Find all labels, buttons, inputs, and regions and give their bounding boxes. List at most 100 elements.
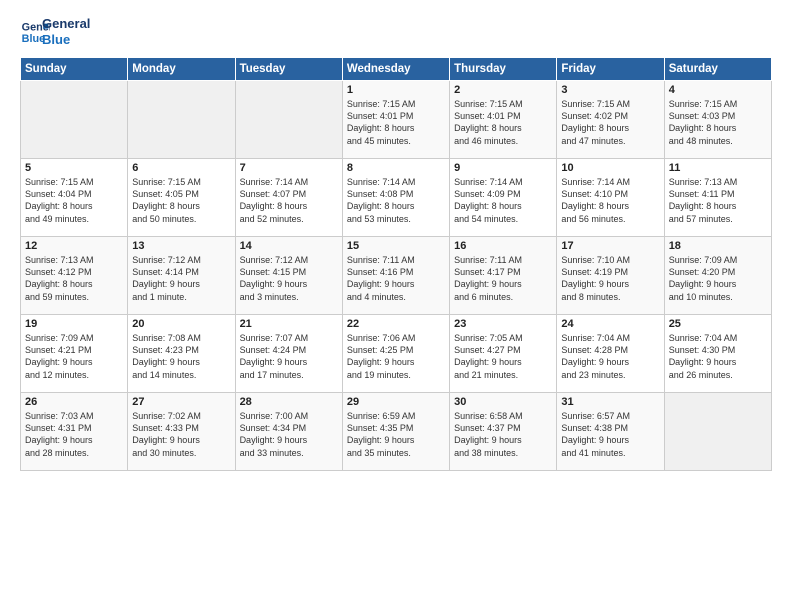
- calendar-cell: 18 Sunrise: 7:09 AM Sunset: 4:20 PM Dayli…: [664, 237, 771, 315]
- cell-day-number: 30: [454, 396, 552, 408]
- cell-info: Sunrise: 7:07 AM Sunset: 4:24 PM Dayligh…: [240, 332, 338, 381]
- weekday-header-row: SundayMondayTuesdayWednesdayThursdayFrid…: [21, 58, 772, 81]
- cell-info: Sunrise: 7:08 AM Sunset: 4:23 PM Dayligh…: [132, 332, 230, 381]
- calendar-cell: 3Sunrise: 7:15 AM Sunset: 4:02 PM Daylig…: [557, 81, 664, 159]
- cell-info: Sunrise: 7:09 AM Sunset: 4:21 PM Dayligh…: [25, 332, 123, 381]
- cell-info: Sunrise: 7:13 AM Sunset: 4:11 PM Dayligh…: [669, 176, 767, 225]
- logo: General Blue General Blue: [20, 16, 90, 47]
- calendar-cell: 25 Sunrise: 7:04 AM Sunset: 4:30 PM Dayli…: [664, 315, 771, 393]
- cell-day-number: 12: [25, 240, 123, 252]
- cell-day-number: 7: [240, 162, 338, 174]
- weekday-header-tuesday: Tuesday: [235, 58, 342, 81]
- cell-day-number: 6: [132, 162, 230, 174]
- calendar-cell: 11Sunrise: 7:13 AM Sunset: 4:11 PM Dayli…: [664, 159, 771, 237]
- calendar-cell: 30Sunrise: 6:58 AM Sunset: 4:37 PM Dayli…: [450, 393, 557, 471]
- cell-day-number: 25: [669, 318, 767, 330]
- calendar-cell: 7 Sunrise: 7:14 AM Sunset: 4:07 PM Daylig…: [235, 159, 342, 237]
- cell-info: Sunrise: 7:13 AM Sunset: 4:12 PM Dayligh…: [25, 254, 123, 303]
- calendar-cell: 4 Sunrise: 7:15 AM Sunset: 4:03 PM Daylig…: [664, 81, 771, 159]
- cell-day-number: 18: [669, 240, 767, 252]
- logo-general: General: [42, 16, 90, 32]
- cell-day-number: 31: [561, 396, 659, 408]
- cell-info: Sunrise: 7:14 AM Sunset: 4:07 PM Dayligh…: [240, 176, 338, 225]
- calendar-week-4: 19 Sunrise: 7:09 AM Sunset: 4:21 PM Dayli…: [21, 315, 772, 393]
- cell-day-number: 23: [454, 318, 552, 330]
- cell-day-number: 24: [561, 318, 659, 330]
- calendar-cell: 26 Sunrise: 7:03 AM Sunset: 4:31 PM Dayli…: [21, 393, 128, 471]
- cell-info: Sunrise: 7:15 AM Sunset: 4:03 PM Dayligh…: [669, 98, 767, 147]
- cell-day-number: 9: [454, 162, 552, 174]
- cell-info: Sunrise: 7:00 AM Sunset: 4:34 PM Dayligh…: [240, 410, 338, 459]
- cell-day-number: 3: [561, 84, 659, 96]
- calendar-cell: 12 Sunrise: 7:13 AM Sunset: 4:12 PM Dayli…: [21, 237, 128, 315]
- header: General Blue General Blue: [20, 16, 772, 47]
- cell-info: Sunrise: 7:03 AM Sunset: 4:31 PM Dayligh…: [25, 410, 123, 459]
- calendar-cell: 29 Sunrise: 6:59 AM Sunset: 4:35 PM Dayli…: [342, 393, 449, 471]
- cell-day-number: 22: [347, 318, 445, 330]
- calendar-week-2: 5 Sunrise: 7:15 AM Sunset: 4:04 PM Daylig…: [21, 159, 772, 237]
- calendar-cell: [128, 81, 235, 159]
- calendar-cell: 2 Sunrise: 7:15 AM Sunset: 4:01 PM Daylig…: [450, 81, 557, 159]
- cell-info: Sunrise: 7:15 AM Sunset: 4:01 PM Dayligh…: [454, 98, 552, 147]
- calendar-cell: 5 Sunrise: 7:15 AM Sunset: 4:04 PM Daylig…: [21, 159, 128, 237]
- weekday-header-wednesday: Wednesday: [342, 58, 449, 81]
- cell-info: Sunrise: 7:02 AM Sunset: 4:33 PM Dayligh…: [132, 410, 230, 459]
- calendar-week-3: 12 Sunrise: 7:13 AM Sunset: 4:12 PM Dayli…: [21, 237, 772, 315]
- calendar-table: SundayMondayTuesdayWednesdayThursdayFrid…: [20, 57, 772, 471]
- calendar-cell: 28 Sunrise: 7:00 AM Sunset: 4:34 PM Dayli…: [235, 393, 342, 471]
- calendar-cell: 16 Sunrise: 7:11 AM Sunset: 4:17 PM Dayli…: [450, 237, 557, 315]
- cell-day-number: 16: [454, 240, 552, 252]
- calendar-cell: 21 Sunrise: 7:07 AM Sunset: 4:24 PM Dayli…: [235, 315, 342, 393]
- cell-day-number: 5: [25, 162, 123, 174]
- cell-info: Sunrise: 6:57 AM Sunset: 4:38 PM Dayligh…: [561, 410, 659, 459]
- cell-info: Sunrise: 7:11 AM Sunset: 4:17 PM Dayligh…: [454, 254, 552, 303]
- cell-info: Sunrise: 7:15 AM Sunset: 4:01 PM Dayligh…: [347, 98, 445, 147]
- calendar-week-5: 26 Sunrise: 7:03 AM Sunset: 4:31 PM Dayli…: [21, 393, 772, 471]
- cell-day-number: 1: [347, 84, 445, 96]
- calendar-cell: 27 Sunrise: 7:02 AM Sunset: 4:33 PM Dayli…: [128, 393, 235, 471]
- calendar-cell: 22Sunrise: 7:06 AM Sunset: 4:25 PM Dayli…: [342, 315, 449, 393]
- cell-info: Sunrise: 7:10 AM Sunset: 4:19 PM Dayligh…: [561, 254, 659, 303]
- cell-info: Sunrise: 7:12 AM Sunset: 4:14 PM Dayligh…: [132, 254, 230, 303]
- page: General Blue General Blue SundayMondayTu…: [0, 0, 792, 612]
- calendar-cell: 17 Sunrise: 7:10 AM Sunset: 4:19 PM Dayli…: [557, 237, 664, 315]
- weekday-header-thursday: Thursday: [450, 58, 557, 81]
- calendar-cell: 14 Sunrise: 7:12 AM Sunset: 4:15 PM Dayli…: [235, 237, 342, 315]
- calendar-cell: 8 Sunrise: 7:14 AM Sunset: 4:08 PM Daylig…: [342, 159, 449, 237]
- cell-day-number: 17: [561, 240, 659, 252]
- cell-info: Sunrise: 7:04 AM Sunset: 4:30 PM Dayligh…: [669, 332, 767, 381]
- cell-day-number: 14: [240, 240, 338, 252]
- cell-day-number: 8: [347, 162, 445, 174]
- cell-info: Sunrise: 6:59 AM Sunset: 4:35 PM Dayligh…: [347, 410, 445, 459]
- calendar-cell: 19 Sunrise: 7:09 AM Sunset: 4:21 PM Dayli…: [21, 315, 128, 393]
- calendar-cell: 9Sunrise: 7:14 AM Sunset: 4:09 PM Daylig…: [450, 159, 557, 237]
- weekday-header-monday: Monday: [128, 58, 235, 81]
- weekday-header-sunday: Sunday: [21, 58, 128, 81]
- calendar-cell: 13 Sunrise: 7:12 AM Sunset: 4:14 PM Dayli…: [128, 237, 235, 315]
- cell-day-number: 21: [240, 318, 338, 330]
- calendar-cell: [664, 393, 771, 471]
- logo-blue: Blue: [42, 32, 90, 48]
- cell-day-number: 19: [25, 318, 123, 330]
- cell-day-number: 29: [347, 396, 445, 408]
- calendar-cell: [21, 81, 128, 159]
- cell-day-number: 4: [669, 84, 767, 96]
- cell-day-number: 2: [454, 84, 552, 96]
- calendar-cell: 23Sunrise: 7:05 AM Sunset: 4:27 PM Dayli…: [450, 315, 557, 393]
- calendar-cell: 31 Sunrise: 6:57 AM Sunset: 4:38 PM Dayli…: [557, 393, 664, 471]
- cell-info: Sunrise: 7:11 AM Sunset: 4:16 PM Dayligh…: [347, 254, 445, 303]
- cell-info: Sunrise: 7:14 AM Sunset: 4:10 PM Dayligh…: [561, 176, 659, 225]
- cell-day-number: 13: [132, 240, 230, 252]
- cell-info: Sunrise: 7:15 AM Sunset: 4:04 PM Dayligh…: [25, 176, 123, 225]
- cell-day-number: 10: [561, 162, 659, 174]
- weekday-header-saturday: Saturday: [664, 58, 771, 81]
- calendar-cell: 6Sunrise: 7:15 AM Sunset: 4:05 PM Daylig…: [128, 159, 235, 237]
- cell-day-number: 27: [132, 396, 230, 408]
- calendar-cell: [235, 81, 342, 159]
- cell-day-number: 28: [240, 396, 338, 408]
- cell-day-number: 26: [25, 396, 123, 408]
- calendar-cell: 10 Sunrise: 7:14 AM Sunset: 4:10 PM Dayli…: [557, 159, 664, 237]
- cell-info: Sunrise: 7:12 AM Sunset: 4:15 PM Dayligh…: [240, 254, 338, 303]
- cell-info: Sunrise: 7:09 AM Sunset: 4:20 PM Dayligh…: [669, 254, 767, 303]
- cell-info: Sunrise: 7:14 AM Sunset: 4:08 PM Dayligh…: [347, 176, 445, 225]
